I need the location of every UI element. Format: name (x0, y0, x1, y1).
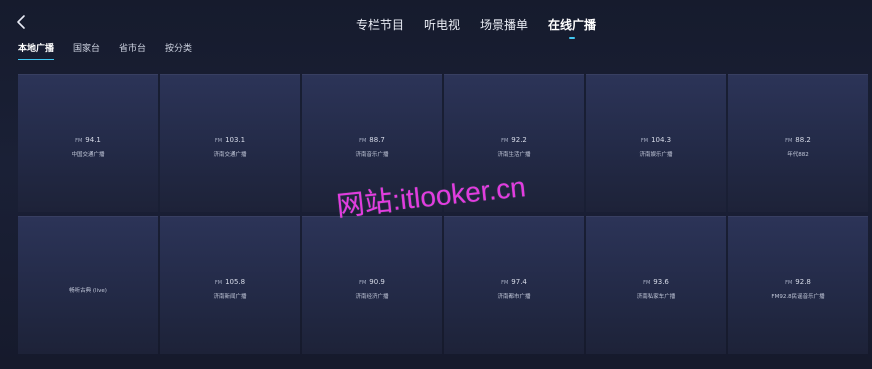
station-frequency: 92.2 (511, 136, 527, 144)
sub-tabs: 本地广播 国家台 省市台 按分类 (18, 41, 211, 60)
station-name: 济南生活广播 (497, 152, 531, 158)
station-name: 济南经济广播 (355, 294, 389, 300)
station-card[interactable]: FM 103.1 济南交通广播 (160, 74, 300, 212)
station-name: 济南新闻广播 (213, 294, 247, 300)
station-card[interactable]: FM 105.8 济南新闻广播 (160, 216, 300, 354)
station-name: 济南交通广播 (213, 152, 247, 158)
subtab-local-radio[interactable]: 本地广播 (18, 41, 55, 60)
station-frequency: 92.8 (795, 278, 811, 286)
fm-label: FM (214, 138, 223, 144)
subtab-national[interactable]: 国家台 (73, 41, 100, 54)
fm-label: FM (214, 280, 223, 286)
station-frequency: 88.2 (795, 136, 811, 144)
station-card[interactable]: 畅听古典 (live) (18, 216, 158, 354)
fm-label: FM (785, 280, 793, 286)
station-name: FM92.8民谣音乐广播 (771, 294, 825, 300)
station-card[interactable]: FM 92.8 FM92.8民谣音乐广播 (728, 216, 868, 354)
fm-label: FM (359, 280, 367, 286)
station-frequency: 103.1 (225, 136, 246, 144)
tab-online-radio[interactable]: 在线广播 (548, 16, 596, 33)
main-tabs: 专栏节目 听电视 场景播单 在线广播 (356, 16, 616, 33)
fm-label: FM (501, 138, 509, 144)
station-card[interactable]: FM 90.9 济南经济广播 (302, 216, 442, 354)
station-frequency: 94.1 (85, 136, 101, 144)
subtab-by-category[interactable]: 按分类 (165, 41, 192, 54)
subtab-provincial[interactable]: 省市台 (119, 41, 146, 54)
fm-label: FM (75, 138, 83, 144)
station-card[interactable]: FM 104.3 济南娱乐广播 (586, 74, 726, 212)
station-name: 畅听古典 (live) (69, 288, 107, 294)
station-frequency: 90.9 (369, 278, 385, 286)
station-card[interactable]: FM 88.2 年代882 (728, 74, 868, 212)
station-name: 中国交通广播 (71, 152, 105, 158)
station-frequency: 88.7 (369, 136, 385, 144)
station-name: 济南都市广播 (497, 294, 531, 300)
station-frequency: 93.6 (653, 278, 669, 286)
back-arrow-icon[interactable] (12, 12, 32, 32)
fm-label: FM (640, 138, 649, 144)
station-card[interactable]: FM 94.1 中国交通广播 (18, 74, 158, 212)
station-name: 济南私家车广播 (636, 294, 676, 300)
station-name: 济南音乐广播 (355, 152, 389, 158)
station-frequency: 104.3 (651, 136, 672, 144)
fm-label: FM (643, 280, 651, 286)
tab-column-programs[interactable]: 专栏节目 (356, 16, 404, 33)
fm-label: FM (785, 138, 793, 144)
fm-label: FM (501, 280, 509, 286)
tab-listen-tv[interactable]: 听电视 (424, 16, 460, 33)
station-card[interactable]: FM 97.4 济南都市广播 (444, 216, 584, 354)
top-bar: 专栏节目 听电视 场景播单 在线广播 (0, 0, 872, 40)
station-card[interactable]: FM 93.6 济南私家车广播 (586, 216, 726, 354)
station-frequency: 105.8 (225, 278, 246, 286)
station-name: 年代882 (787, 152, 809, 158)
station-name: 济南娱乐广播 (639, 152, 673, 158)
tab-scene-playlist[interactable]: 场景播单 (480, 16, 528, 33)
station-frequency: 97.4 (511, 278, 527, 286)
fm-label: FM (359, 138, 367, 144)
